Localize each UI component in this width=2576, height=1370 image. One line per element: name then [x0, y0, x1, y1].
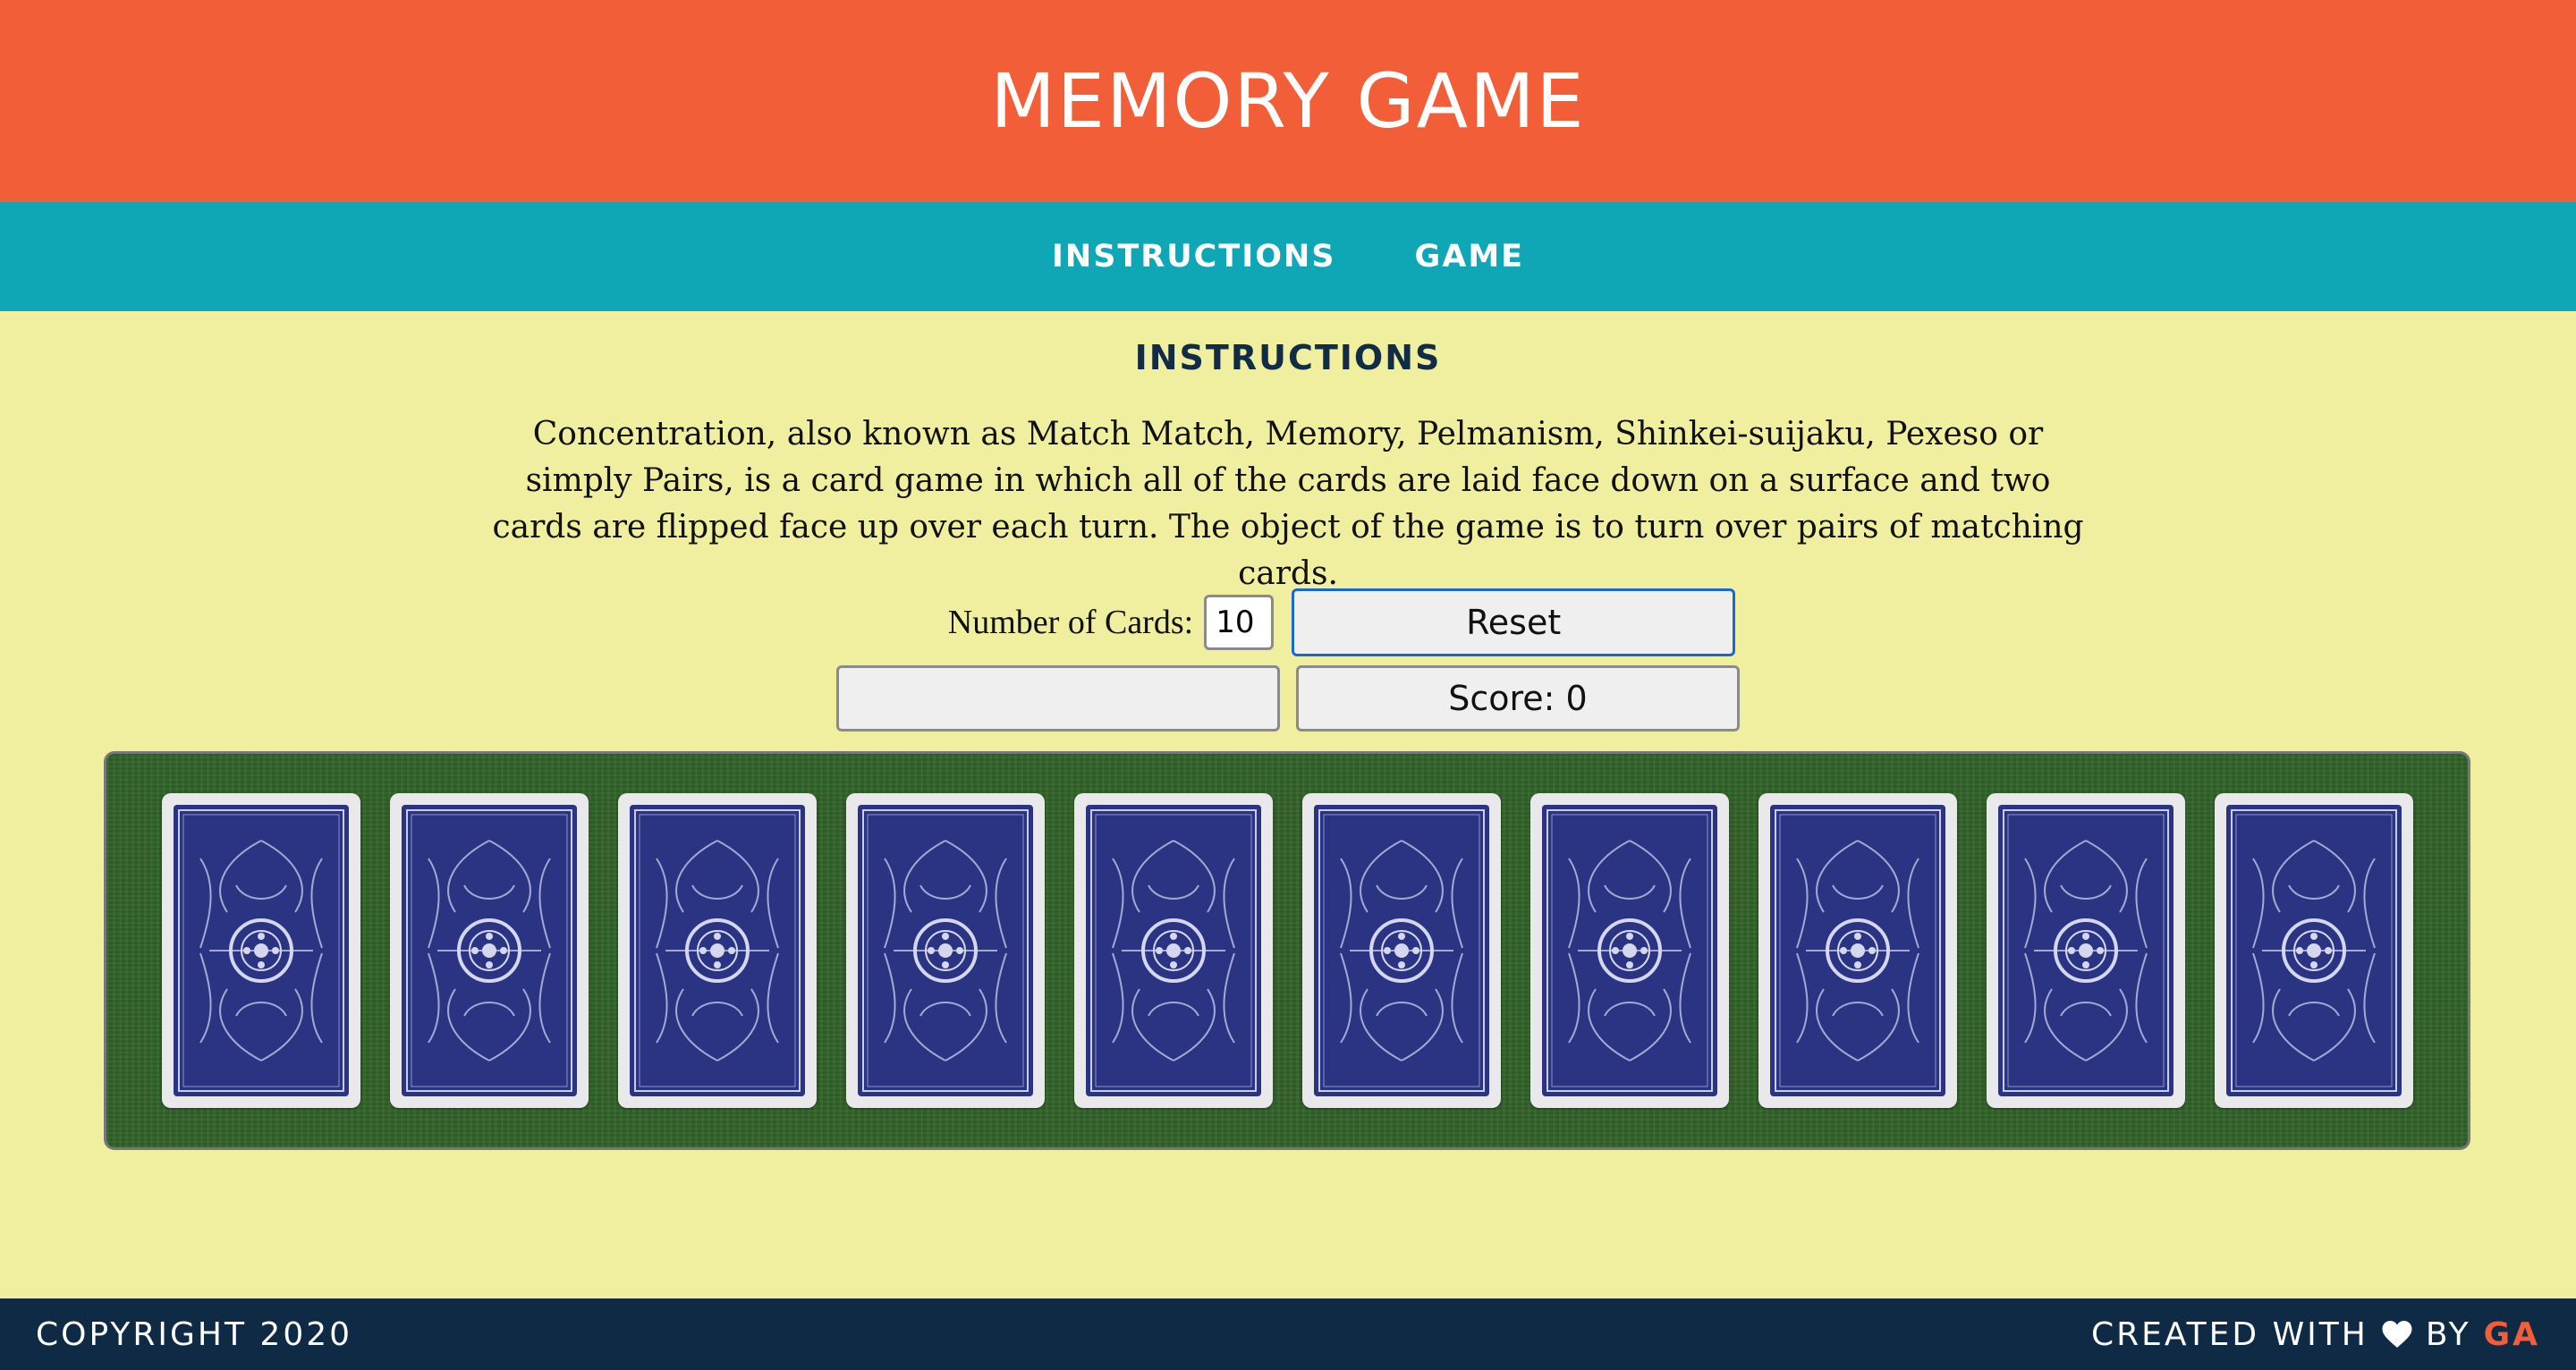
copyright-text: COPYRIGHT 2020 — [36, 1315, 353, 1353]
card-back-icon — [1541, 805, 1717, 1096]
card-face-down[interactable] — [389, 793, 589, 1108]
nav-link-instructions[interactable]: INSTRUCTIONS — [1052, 239, 1336, 275]
card-back-icon — [173, 805, 349, 1096]
card-back-icon — [2225, 805, 2402, 1096]
card-back-icon — [857, 805, 1033, 1096]
instructions-heading: INSTRUCTIONS — [1134, 338, 1442, 377]
card-back-icon — [629, 805, 805, 1096]
card-back-icon — [1997, 805, 2174, 1096]
card-face-down[interactable] — [1073, 793, 1273, 1108]
reset-button[interactable]: Reset — [1292, 588, 1736, 656]
number-of-cards-label: Number of Cards: — [947, 604, 1194, 641]
card-face-down[interactable] — [1530, 793, 1729, 1108]
status-box — [836, 665, 1280, 732]
number-of-cards-input[interactable] — [1204, 595, 1275, 650]
page-title: MEMORY GAME — [990, 57, 1586, 145]
heart-icon — [2382, 1321, 2412, 1348]
site-footer: COPYRIGHT 2020 CREATED WITH BY GA — [0, 1298, 2576, 1370]
card-face-down[interactable] — [1301, 793, 1501, 1108]
credit: CREATED WITH BY GA — [2091, 1316, 2540, 1353]
game-controls: Number of Cards: Reset — [0, 588, 2576, 656]
created-with-text: CREATED WITH — [2090, 1315, 2368, 1353]
author-link[interactable]: GA — [2484, 1316, 2540, 1353]
card-face-down[interactable] — [2214, 793, 2413, 1108]
card-face-down[interactable] — [1758, 793, 1957, 1108]
score-display: Score: 0 — [1296, 665, 1740, 732]
card-back-icon — [1085, 805, 1261, 1096]
card-back-icon — [401, 805, 577, 1096]
card-back-icon — [1769, 805, 1945, 1096]
card-face-down[interactable] — [161, 793, 360, 1108]
card-face-down[interactable] — [617, 793, 817, 1108]
card-face-down[interactable] — [845, 793, 1045, 1108]
by-text: BY — [2425, 1315, 2471, 1353]
game-status-row: Score: 0 — [0, 665, 2576, 732]
card-face-down[interactable] — [1986, 793, 2185, 1108]
card-table — [104, 751, 2470, 1150]
main-nav: INSTRUCTIONS GAME — [0, 202, 2576, 311]
instructions-text: Concentration, also known as Match Match… — [492, 416, 2084, 592]
site-header: MEMORY GAME — [0, 0, 2576, 202]
card-back-icon — [1313, 805, 1489, 1096]
nav-link-game[interactable]: GAME — [1415, 239, 1525, 275]
